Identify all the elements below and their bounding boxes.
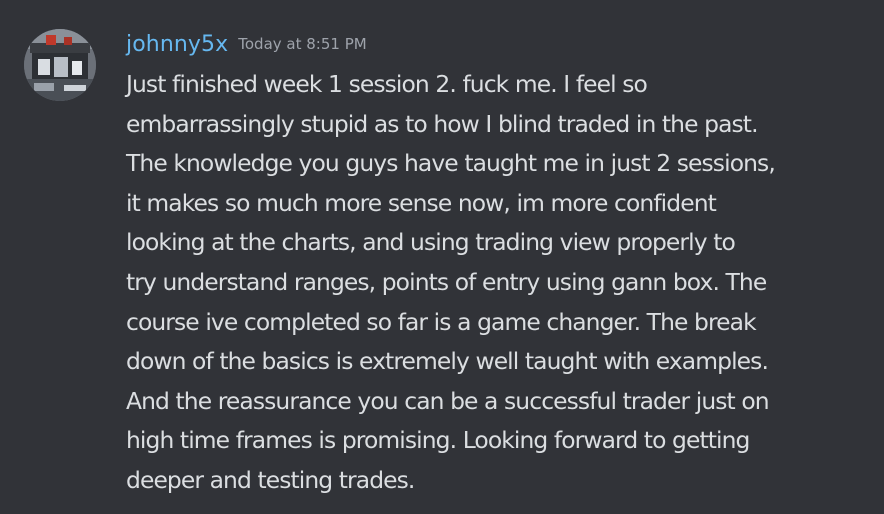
avatar-image (24, 29, 96, 101)
message-line: looking at the charts, and using trading… (126, 228, 736, 257)
message-line: try understand ranges, points of entry u… (126, 267, 767, 296)
message-line: deeper and testing trades. (126, 465, 415, 494)
message-line: down of the basics is extremely well tau… (126, 347, 769, 376)
message-line: The knowledge you guys have taught me in… (126, 149, 776, 178)
message-line: Just finished week 1 session 2. fuck me.… (126, 70, 648, 98)
message-header: johnny5x Today at 8:51 PM (126, 32, 367, 57)
message-line: high time frames is promising. Looking f… (126, 426, 750, 455)
message-line: And the reassurance you can be a success… (126, 386, 770, 415)
message-timestamp[interactable]: Today at 8:51 PM (238, 35, 366, 53)
message-line: embarrassingly stupid as to how I blind … (126, 109, 759, 138)
user-avatar[interactable] (24, 29, 96, 101)
message-content: Just finished week 1 session 2. fuck me.… (126, 65, 866, 501)
chat-message: johnny5x Today at 8:51 PM Just finished w… (0, 0, 884, 514)
message-line: course ive completed so far is a game ch… (126, 307, 757, 336)
message-line: it makes so much more sense now, im more… (126, 188, 717, 217)
username[interactable]: johnny5x (126, 32, 228, 57)
